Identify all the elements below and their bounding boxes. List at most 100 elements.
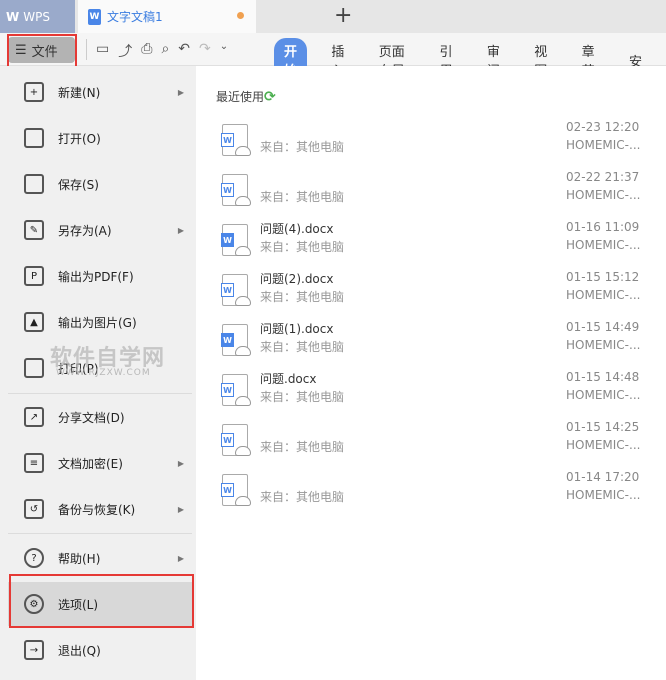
share-icon: ↗ <box>24 407 44 427</box>
backup-icon: ↺ <box>24 499 44 519</box>
chevron-right-icon: ▶ <box>177 87 184 97</box>
chevron-right-icon: ▶ <box>177 458 184 468</box>
file-time: 02-23 12:20 <box>566 120 640 134</box>
menu-item-label: 退出(Q) <box>58 643 101 658</box>
recent-file-row[interactable]: W 来自：其他电脑 02-23 12:20 HOMEMIC-... <box>221 120 662 172</box>
print-icon <box>24 358 44 378</box>
wps-logo-icon: W <box>6 9 20 24</box>
menu-item[interactable]: ✎ 另存为(A) ▶ <box>8 208 192 252</box>
print-icon[interactable]: ⎙ <box>141 41 152 61</box>
cloud-icon <box>235 346 251 356</box>
word-file-icon: W <box>221 274 251 306</box>
save-icon[interactable]: ▭ <box>96 41 109 61</box>
file-name: 问题(4).docx <box>260 222 334 236</box>
word-file-icon: W <box>221 174 251 206</box>
word-file-icon: W <box>221 424 251 456</box>
file-device: HOMEMIC-... <box>566 388 641 402</box>
menu-item-label: 另存为(A) <box>58 223 112 238</box>
file-time: 01-14 17:20 <box>566 470 640 484</box>
file-source: 来自：其他电脑 <box>260 140 345 154</box>
wps-home-tab[interactable]: W WPS <box>0 0 75 33</box>
tab-bar: W WPS W 文字文稿1 + <box>0 0 666 33</box>
redo-icon[interactable]: ↷ <box>199 41 211 61</box>
menu-item-label: 文档加密(E) <box>58 456 123 471</box>
recent-file-row[interactable]: W 来自：其他电脑 01-15 14:25 HOMEMIC-... <box>221 420 662 472</box>
recent-file-row[interactable]: W 问题.docx 来自：其他电脑 01-15 14:48 HOMEMIC-... <box>221 370 662 422</box>
file-device: HOMEMIC-... <box>566 438 641 452</box>
menu-item-label: 输出为图片(G) <box>58 315 137 330</box>
menu-item[interactable]: 保存(S) <box>8 162 192 206</box>
recent-panel: 最近使用⟳ W 来自：其他电脑 02-23 12:20 HOMEMIC-... W 来自：… <box>196 66 666 680</box>
document-tab-title: 文字文稿1 <box>107 10 163 24</box>
recent-file-row[interactable]: W 来自：其他电脑 02-22 21:37 HOMEMIC-... <box>221 170 662 222</box>
image-icon: ▲ <box>24 312 44 332</box>
chevron-right-icon: ▶ <box>177 553 184 563</box>
file-source: 来自：其他电脑 <box>260 490 345 504</box>
file-time: 01-16 11:09 <box>566 220 640 234</box>
cloud-icon <box>235 296 251 306</box>
menu-item-label: 打开(O) <box>58 131 101 146</box>
save-icon <box>24 174 44 194</box>
undo-icon[interactable]: ↶ <box>178 41 190 61</box>
file-source: 来自：其他电脑 <box>260 290 345 304</box>
word-file-icon: W <box>221 224 251 256</box>
file-device: HOMEMIC-... <box>566 138 641 152</box>
file-device: HOMEMIC-... <box>566 188 641 202</box>
file-time: 01-15 14:48 <box>566 370 640 384</box>
recent-file-row[interactable]: W 来自：其他电脑 01-14 17:20 HOMEMIC-... <box>221 470 662 522</box>
menu-item[interactable]: ≡ 文档加密(E) ▶ <box>8 441 192 485</box>
file-source: 来自：其他电脑 <box>260 340 345 354</box>
file-device: HOMEMIC-... <box>566 488 641 502</box>
menu-item-label: 新建(N) <box>58 85 101 100</box>
toolbar: ☰文件 ▭ ⤴ ⎙ ⌕ ↶ ↷ ⌄ 开始插入页面布局引用审阅视图章节安 <box>0 33 666 82</box>
menu-item-label: 输出为PDF(F) <box>58 269 134 284</box>
menu-divider <box>8 533 192 534</box>
menu-item[interactable]: P 输出为PDF(F) <box>8 254 192 298</box>
document-tab[interactable]: W 文字文稿1 <box>78 0 256 33</box>
recent-file-row[interactable]: W 问题(1).docx 来自：其他电脑 01-15 14:49 HOMEMIC-... <box>221 320 662 372</box>
new-icon: + <box>24 82 44 102</box>
menu-item[interactable]: + 新建(N) ▶ <box>8 70 192 114</box>
refresh-icon[interactable]: ⟳ <box>264 89 276 105</box>
chevron-down-icon[interactable]: ⌄ <box>220 41 228 61</box>
highlight-options <box>9 574 194 628</box>
recent-file-row[interactable]: W 问题(2).docx 来自：其他电脑 01-15 15:12 HOMEMIC-... <box>221 270 662 322</box>
file-source: 来自：其他电脑 <box>260 440 345 454</box>
menu-item[interactable]: ↗ 分享文档(D) <box>8 395 192 439</box>
recent-file-row[interactable]: W 问题(4).docx 来自：其他电脑 01-16 11:09 HOMEMIC-... <box>221 220 662 272</box>
menu-item[interactable]: ↺ 备份与恢复(K) ▶ <box>8 487 192 531</box>
file-name: 问题(1).docx <box>260 322 334 336</box>
cloud-icon <box>235 246 251 256</box>
word-file-icon: W <box>221 324 251 356</box>
menu-item[interactable]: ▲ 输出为图片(G) <box>8 300 192 344</box>
menu-item[interactable]: 打开(O) <box>8 116 192 160</box>
file-source: 来自：其他电脑 <box>260 390 345 404</box>
cloud-icon <box>235 196 251 206</box>
menu-item-label: 备份与恢复(K) <box>58 502 136 517</box>
recent-title: 最近使用⟳ <box>216 89 276 105</box>
new-tab-button[interactable]: + <box>334 3 352 28</box>
export-icon[interactable]: ⤴ <box>118 41 132 61</box>
pdf-icon: P <box>24 266 44 286</box>
file-device: HOMEMIC-... <box>566 288 641 302</box>
wps-label: WPS <box>23 9 50 24</box>
menu-divider <box>8 393 192 394</box>
file-source: 来自：其他电脑 <box>260 240 345 254</box>
chevron-right-icon: ▶ <box>177 504 184 514</box>
file-device: HOMEMIC-... <box>566 338 641 352</box>
unsaved-dot-icon <box>237 12 244 19</box>
cloud-icon <box>235 396 251 406</box>
file-time: 01-15 14:49 <box>566 320 640 334</box>
save-as-icon: ✎ <box>24 220 44 240</box>
help-icon: ? <box>24 548 44 568</box>
word-doc-icon: W <box>88 8 101 25</box>
file-device: HOMEMIC-... <box>566 238 641 252</box>
file-name: 问题(2).docx <box>260 272 334 286</box>
folder-icon <box>24 128 44 148</box>
toolbar-divider <box>86 39 87 60</box>
cloud-icon <box>235 446 251 456</box>
menu-item-label: 保存(S) <box>58 177 99 192</box>
print-preview-icon[interactable]: ⌕ <box>161 41 169 61</box>
chevron-right-icon: ▶ <box>177 225 184 235</box>
menu-item[interactable]: → 退出(Q) <box>8 628 192 672</box>
